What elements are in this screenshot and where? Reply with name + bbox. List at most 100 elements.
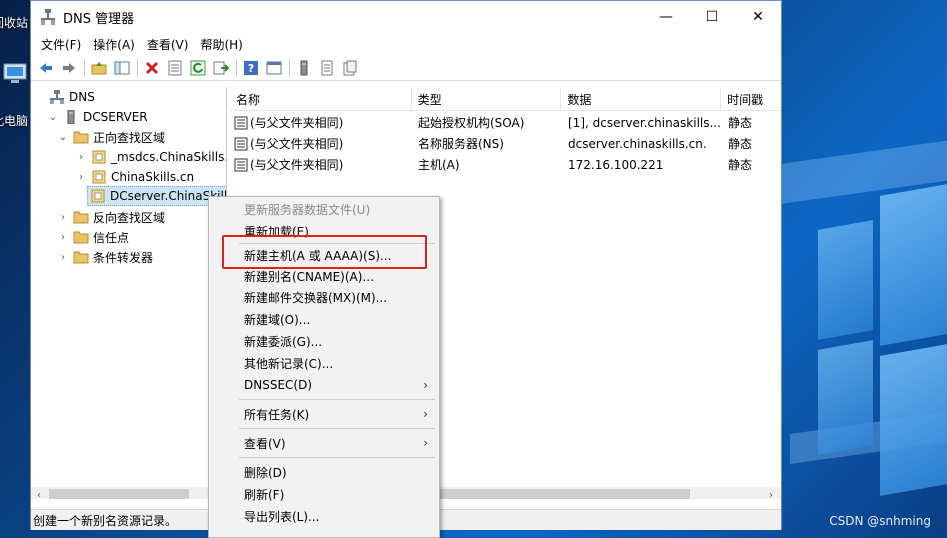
tree-item-reverse-lookup-zones[interactable]: › 反向查找区域: [57, 207, 165, 227]
menu-item-refresh[interactable]: 刷新(F): [210, 483, 438, 505]
tree-item-label: DNS: [69, 90, 95, 104]
list-records-button[interactable]: [316, 57, 338, 79]
tree-item-dcserver[interactable]: ⌄ DCSERVER: [47, 107, 148, 127]
column-header-name[interactable]: 名称: [230, 87, 412, 111]
scroll-thumb[interactable]: [49, 489, 189, 499]
minimize-button[interactable]: —: [643, 1, 689, 33]
cell-timestamp: 静态: [728, 158, 753, 172]
chevron-right-icon[interactable]: ›: [57, 212, 69, 223]
tree-horizontal-scrollbar[interactable]: ‹: [31, 487, 226, 500]
zone-records-button[interactable]: [339, 57, 361, 79]
help-button[interactable]: ?: [240, 57, 262, 79]
maximize-button[interactable]: ☐: [689, 1, 735, 33]
title-bar[interactable]: DNS 管理器 — ☐ ✕: [31, 1, 781, 33]
tree-item-msdcs-zone[interactable]: › _msdcs.ChinaSkills.c: [75, 147, 226, 167]
chevron-right-icon[interactable]: ›: [57, 252, 69, 263]
desktop-icon-this-pc[interactable]: 此电脑: [0, 62, 30, 128]
records-list-icon: [321, 60, 333, 75]
record-icon: [234, 116, 248, 129]
toolbar-separator: [137, 58, 138, 77]
windows-logo-pane: [880, 184, 947, 346]
menu-file[interactable]: 文件(F): [35, 36, 87, 53]
column-header-type[interactable]: 类型: [412, 87, 562, 111]
menu-item-other-new-records[interactable]: 其他新记录(C)...: [210, 352, 438, 374]
tree-item-forward-lookup-zones[interactable]: ⌄ 正向查找区域: [57, 127, 165, 147]
properties-button[interactable]: [164, 57, 186, 79]
folder-icon: [73, 231, 89, 244]
menu-item-label: 更新服务器数据文件(U): [244, 202, 371, 217]
close-button[interactable]: ✕: [735, 1, 781, 33]
cell-name: (与父文件夹相同): [250, 137, 344, 151]
chevron-right-icon[interactable]: ›: [75, 152, 87, 163]
folder-icon: [73, 211, 89, 224]
back-button[interactable]: [35, 57, 57, 79]
menu-item-label: 查看(V): [244, 436, 286, 451]
tree-item-dcserver-zone[interactable]: DCserver.ChinaSkill: [87, 186, 226, 206]
dns-icon: [50, 90, 64, 104]
table-row[interactable]: (与父文件夹相同) 名称服务器(NS) dcserver.chinaskills…: [230, 133, 781, 154]
folder-icon: [73, 131, 89, 144]
tree-item-trust-points[interactable]: › 信任点: [57, 227, 129, 247]
column-header-data[interactable]: 数据: [561, 87, 722, 111]
menu-separator: [239, 457, 435, 458]
help-icon: ?: [244, 60, 258, 75]
cell-type: 主机(A): [418, 158, 460, 172]
menu-item-new-domain[interactable]: 新建域(O)...: [210, 308, 438, 330]
cell-name: (与父文件夹相同): [250, 116, 344, 130]
column-header-timestamp[interactable]: 时间戳: [721, 87, 781, 111]
menu-item-label: 导出列表(L)...: [244, 509, 320, 524]
show-action-pane-button[interactable]: [263, 57, 285, 79]
menu-item-all-tasks[interactable]: 所有任务(K) ›: [210, 403, 438, 425]
tree-item-chinaskills-zone[interactable]: › ChinaSkills.cn: [75, 167, 194, 187]
export-list-button[interactable]: [210, 57, 232, 79]
tree-item-label: 反向查找区域: [93, 210, 166, 225]
export-icon: [213, 61, 229, 74]
forward-button[interactable]: [58, 57, 80, 79]
menu-item-label: 其他新记录(C)...: [244, 356, 334, 371]
menu-action[interactable]: 操作(A): [87, 36, 141, 53]
menu-bar: 文件(F) 操作(A) 查看(V) 帮助(H): [31, 33, 781, 55]
properties-icon: [168, 60, 182, 75]
chevron-down-icon[interactable]: ⌄: [47, 112, 59, 123]
toolbar-separator: [289, 58, 290, 77]
menu-item-export-list[interactable]: 导出列表(L)...: [210, 505, 438, 527]
windows-logo-pane: [818, 220, 873, 340]
refresh-button[interactable]: [187, 57, 209, 79]
chevron-down-icon[interactable]: ⌄: [57, 132, 69, 143]
menu-item-update-server-data-file: 更新服务器数据文件(U): [210, 198, 438, 220]
menu-help[interactable]: 帮助(H): [194, 36, 248, 53]
tree-item-label: 条件转发器: [93, 250, 154, 265]
table-row[interactable]: (与父文件夹相同) 起始授权机构(SOA) [1], dcserver.chin…: [230, 112, 781, 133]
menu-item-view[interactable]: 查看(V) ›: [210, 432, 438, 454]
minimize-icon: —: [659, 9, 673, 25]
cell-type: 起始授权机构(SOA): [418, 116, 525, 130]
menu-item-label: 新建别名(CNAME)(A)...: [244, 269, 374, 284]
annotation-highlight-box: [222, 235, 427, 269]
menu-item-label: 删除(D): [244, 465, 287, 480]
forward-arrow-icon: [63, 62, 75, 73]
menu-view[interactable]: 查看(V): [141, 36, 195, 53]
zone-icon: [92, 170, 106, 184]
cell-timestamp: 静态: [728, 116, 753, 130]
menu-item-new-delegation[interactable]: 新建委派(G)...: [210, 330, 438, 352]
cell-timestamp: 静态: [728, 137, 753, 151]
scroll-right-icon[interactable]: ›: [763, 487, 779, 500]
menu-item-label: 新建委派(G)...: [244, 334, 323, 349]
menu-item-dnssec[interactable]: DNSSEC(D) ›: [210, 374, 438, 396]
this-pc-label: 此电脑: [0, 114, 29, 128]
watermark: CSDN @snhming: [829, 514, 931, 528]
up-level-button[interactable]: [88, 57, 110, 79]
table-row[interactable]: (与父文件夹相同) 主机(A) 172.16.100.221 静态: [230, 154, 781, 175]
menu-item-new-mail-exchanger[interactable]: 新建邮件交换器(MX)(M)...: [210, 286, 438, 308]
server-icon: [67, 110, 75, 124]
tree-item-dns[interactable]: DNS: [33, 87, 95, 107]
server-button[interactable]: [293, 57, 315, 79]
scroll-left-icon[interactable]: ‹: [31, 487, 47, 500]
chevron-right-icon[interactable]: ›: [75, 172, 87, 183]
delete-button[interactable]: [141, 57, 163, 79]
show-hide-tree-button[interactable]: [111, 57, 133, 79]
tree-item-conditional-forwarders[interactable]: › 条件转发器: [57, 247, 153, 267]
chevron-right-icon[interactable]: ›: [57, 232, 69, 243]
maximize-icon: ☐: [705, 9, 719, 25]
menu-item-delete[interactable]: 删除(D): [210, 461, 438, 483]
